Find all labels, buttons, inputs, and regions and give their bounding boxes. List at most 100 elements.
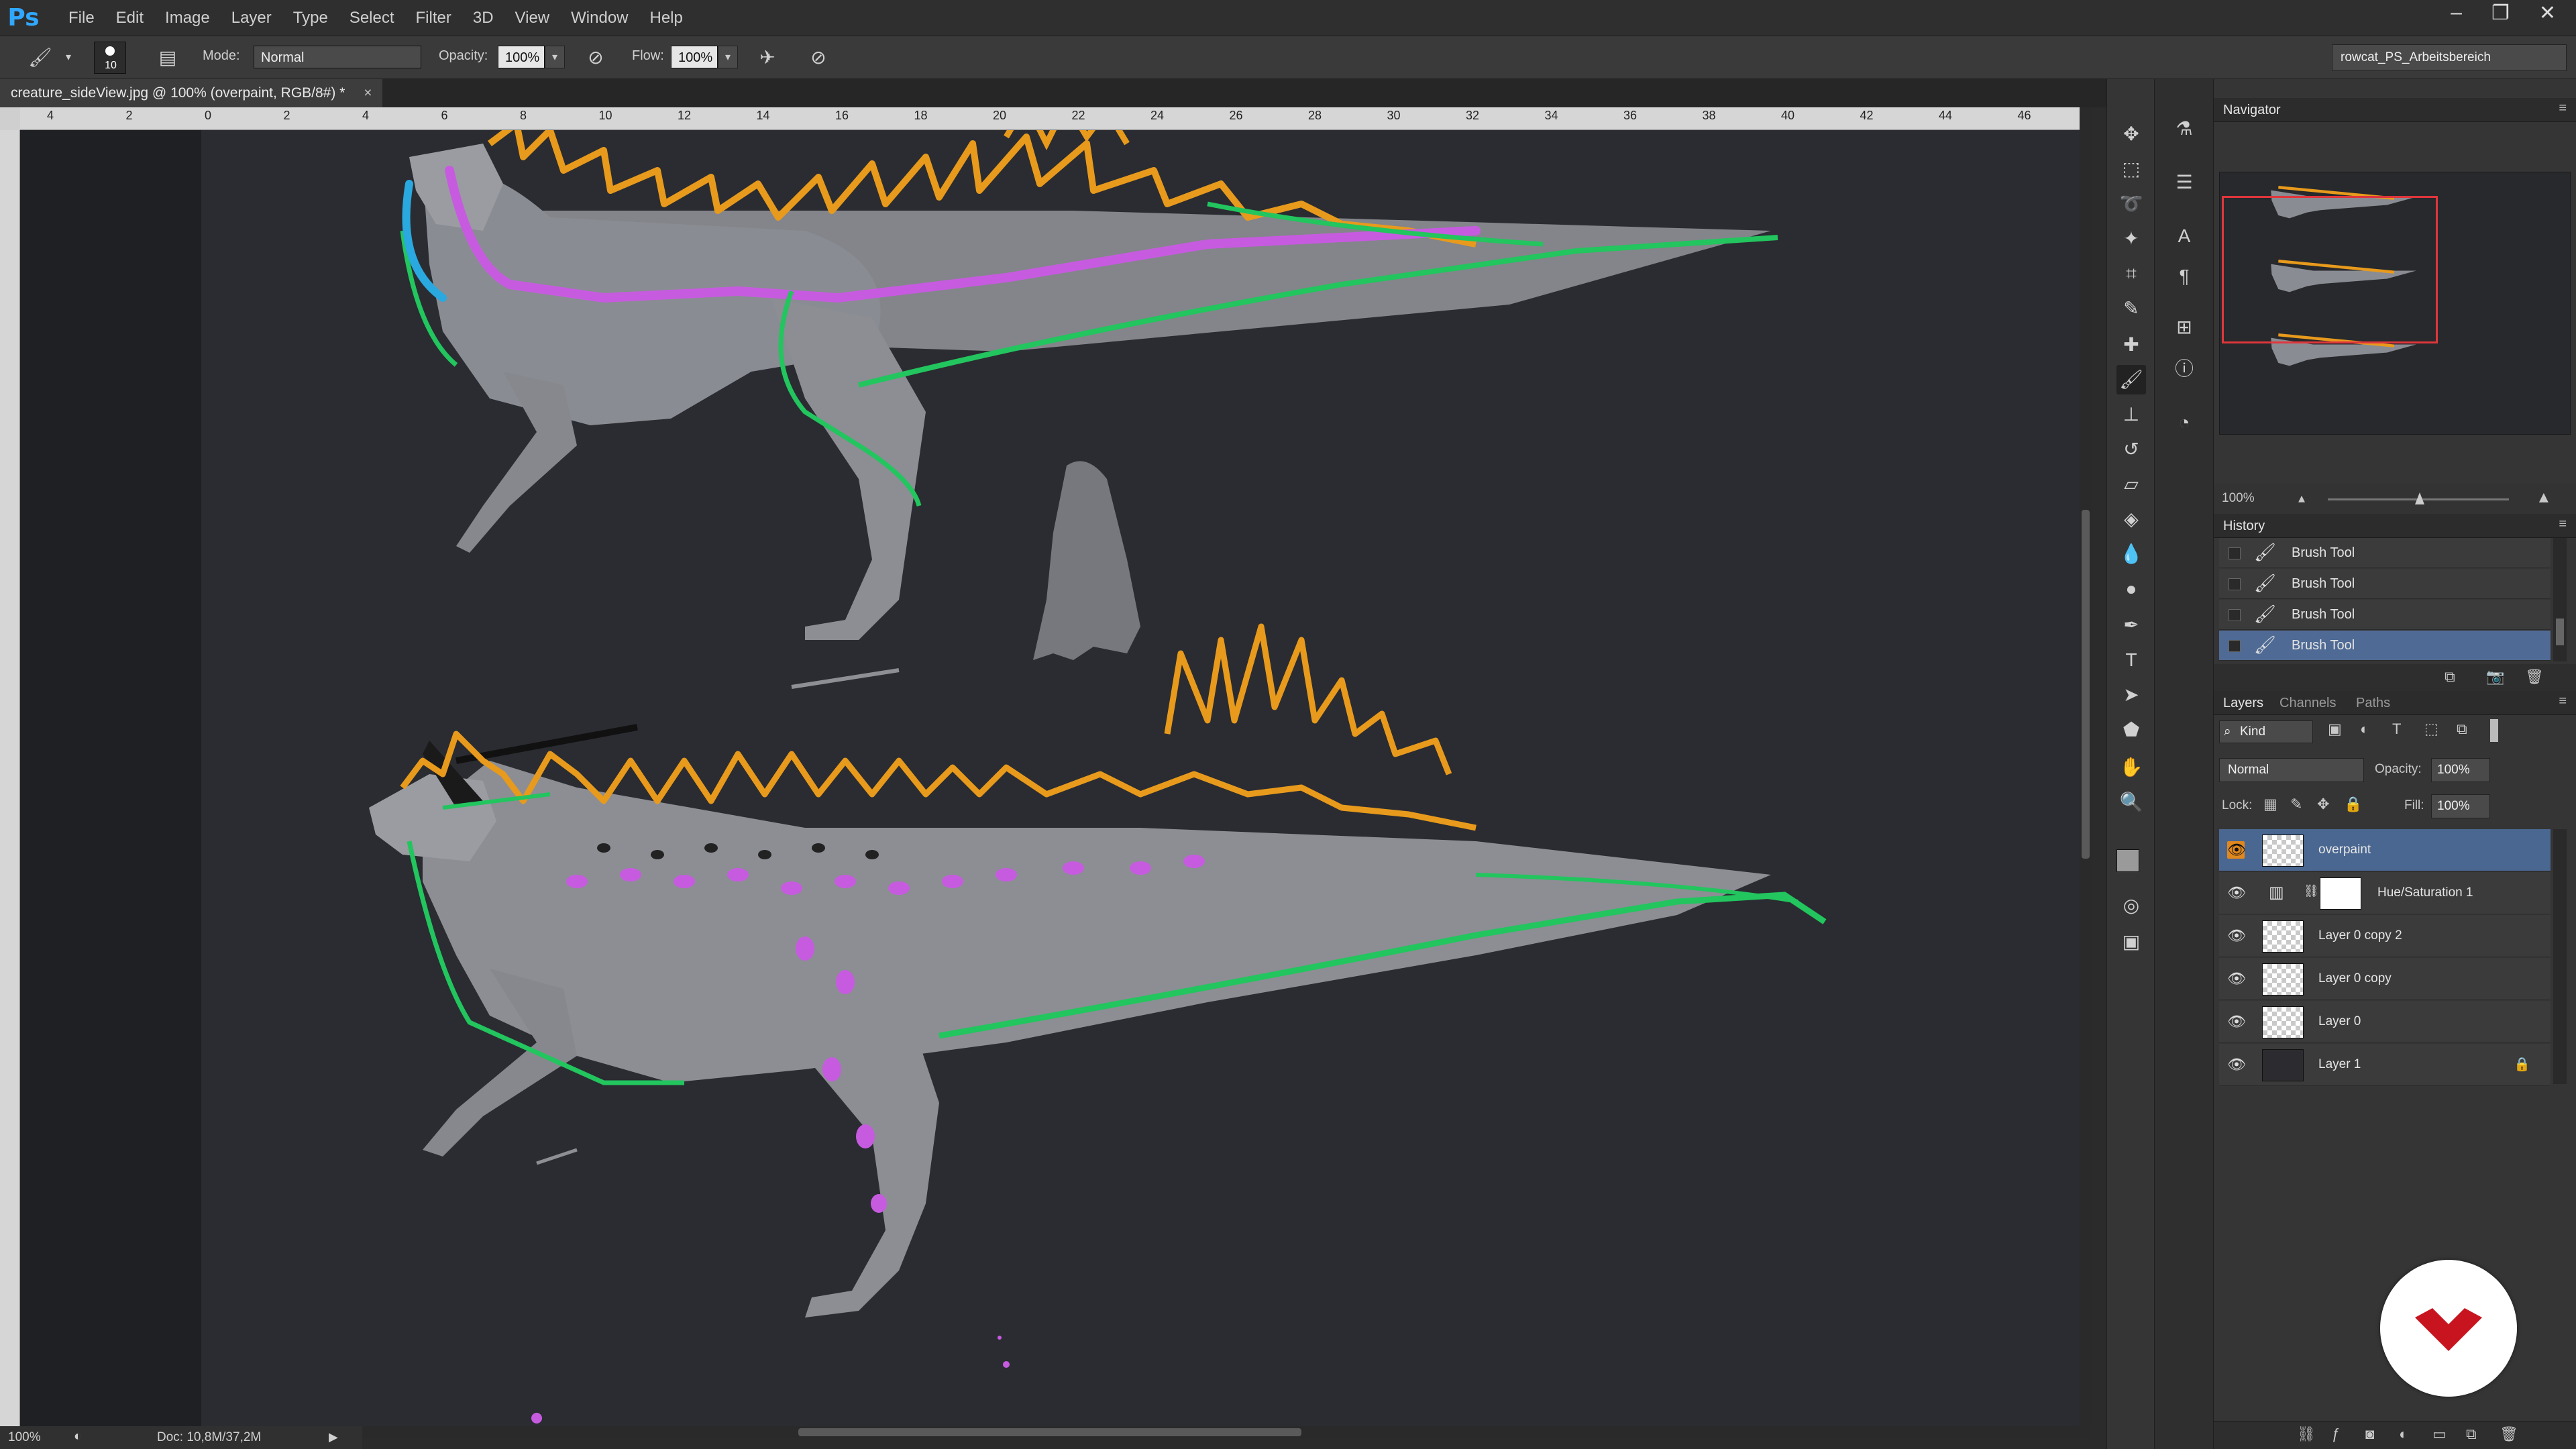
brush-panel-toggle-icon[interactable]: ▤ [154,44,181,71]
snapshot-icon[interactable]: 📷 [2486,668,2504,686]
layer-row-layer1[interactable]: 👁 Layer 1 🔒 [2219,1044,2551,1086]
navigator-view-rectangle[interactable] [2222,196,2438,343]
horizontal-scroll-thumb[interactable] [798,1428,1301,1436]
dodge-tool-icon[interactable]: ● [2116,574,2146,604]
zoom-out-icon[interactable]: ▴ [2298,490,2305,506]
fill-input[interactable]: 100% [2431,794,2490,818]
menu-file[interactable]: File [68,9,95,28]
horizontal-ruler[interactable]: 4 2 0 2 4 6 8 10 12 14 16 18 20 22 24 26 28 30 32 34 36 38 40 4… [20,107,2090,130]
brush-size-picker[interactable]: 10 [94,42,126,74]
paint-bucket-tool-icon[interactable]: ◈ [2116,504,2146,534]
hand-tool-icon[interactable]: ✋ [2116,753,2146,782]
ruler-corner[interactable] [0,107,20,130]
layer-row-layer0-copy[interactable]: 👁 Layer 0 copy [2219,958,2551,1000]
character-panel-icon[interactable]: A [2169,221,2199,251]
tab-channels[interactable]: Channels [2279,696,2337,711]
lock-pixels-icon[interactable]: ✎ [2290,796,2302,813]
link-layers-icon[interactable]: ⛓ [2297,1426,2316,1443]
history-checkbox[interactable] [2229,578,2241,590]
brush-presets-icon[interactable]: ⚗ [2169,114,2199,144]
eye-icon[interactable]: 👁 [2227,970,2246,987]
eyedropper-tool-icon[interactable]: ✎ [2116,294,2146,323]
panel-menu-icon[interactable]: ≡ [2559,101,2567,116]
filter-toggle[interactable] [2490,719,2498,742]
layer-row-layer0-copy2[interactable]: 👁 Layer 0 copy 2 [2219,915,2551,957]
history-item-selected[interactable]: 🖌 Brush Tool [2219,631,2551,661]
opacity-input[interactable]: 100% [498,46,545,68]
filter-smart-object-icon[interactable]: ⧉ [2457,720,2467,738]
zoom-tool-icon[interactable]: 🔍 [2116,788,2146,817]
layer-row-overpaint[interactable]: 👁 overpaint [2219,829,2551,871]
menu-layer[interactable]: Layer [231,9,272,28]
navigator-title[interactable]: Navigator [2223,103,2281,118]
filter-shape-icon[interactable]: ⬚ [2424,720,2438,738]
history-title[interactable]: History [2223,519,2265,534]
lasso-tool-icon[interactable]: ➰ [2116,189,2146,219]
menu-help[interactable]: Help [650,9,683,28]
layers-scrollbar[interactable] [2553,829,2567,1084]
layer-row-hue-saturation[interactable]: 👁 ▥ ⛓ Hue/Saturation 1 [2219,872,2551,914]
blur-tool-icon[interactable]: 💧 [2116,539,2146,569]
type-tool-icon[interactable]: T [2116,645,2146,675]
history-checkbox[interactable] [2229,640,2241,652]
navigator-zoom-value[interactable]: 100% [2222,491,2255,506]
flow-dropdown[interactable]: ▾ [718,46,738,68]
eye-icon[interactable]: 👁 [2227,1056,2246,1073]
lock-position-icon[interactable]: ✥ [2317,796,2329,813]
add-mask-icon[interactable]: ◙ [2365,1426,2374,1443]
new-group-icon[interactable]: ▭ [2432,1426,2447,1443]
history-item[interactable]: 🖌 Brush Tool [2219,538,2551,568]
quick-selection-tool-icon[interactable]: ✦ [2116,224,2146,254]
eye-icon[interactable]: 👁 [2227,1013,2246,1030]
workspace-select[interactable]: rowcat_PS_Arbeitsbereich [2332,44,2567,71]
clone-stamp-tool-icon[interactable]: ⊥ [2116,400,2146,429]
history-item[interactable]: 🖌 Brush Tool [2219,569,2551,599]
vertical-scroll-thumb[interactable] [2082,510,2090,859]
zoom-level[interactable]: 100% [8,1430,41,1445]
trash-icon[interactable]: 🗑 [2500,1426,2518,1443]
document-tab[interactable]: creature_sideView.jpg @ 100% (overpaint,… [0,79,383,107]
menu-select[interactable]: Select [350,9,394,28]
menu-edit[interactable]: Edit [116,9,144,28]
layer-style-icon[interactable]: ƒ [2332,1426,2340,1443]
brush-tool-icon[interactable]: 🖌 [2116,365,2146,394]
minimize-button[interactable]: – [2451,1,2462,25]
zoom-in-icon[interactable]: ▲ [2536,488,2552,507]
document-canvas[interactable] [201,130,2090,1426]
new-document-from-state-icon[interactable]: ⧉ [2445,668,2455,686]
menu-type[interactable]: Type [293,9,328,28]
history-scroll-thumb[interactable] [2556,619,2564,645]
history-scrollbar[interactable] [2553,538,2567,661]
healing-brush-tool-icon[interactable]: ✚ [2116,330,2146,360]
paragraph-panel-icon[interactable]: ¶ [2169,262,2199,291]
menu-view[interactable]: View [515,9,550,28]
restore-button[interactable]: ❐ [2491,1,2510,25]
canvas-area[interactable] [20,130,2090,1426]
menu-filter[interactable]: Filter [416,9,451,28]
crop-tool-icon[interactable]: ⌗ [2116,259,2146,288]
chevron-down-icon[interactable]: ▾ [55,44,82,71]
lock-all-icon[interactable]: 🔒 [2344,796,2362,813]
status-menu-arrow-icon[interactable]: ▶ [329,1430,338,1444]
close-tab-icon[interactable]: × [364,85,372,101]
marquee-tool-icon[interactable]: ⬚ [2116,154,2146,184]
pressure-opacity-icon[interactable]: ⊘ [582,44,609,71]
status-info-icon[interactable]: ◐ [74,1429,82,1444]
filter-adjustment-icon[interactable]: ◐ [2360,720,2369,738]
eraser-tool-icon[interactable]: ▱ [2116,470,2146,499]
screen-mode-icon[interactable]: ▣ [2116,927,2146,957]
adjustments-panel-icon[interactable]: ◔ [2169,408,2199,437]
vertical-ruler[interactable] [0,130,20,1426]
info-panel-icon[interactable]: ⓘ [2169,354,2199,384]
brush-tool-preset-icon[interactable]: 🖌 [27,44,54,71]
pressure-size-icon[interactable]: ⊘ [805,44,832,71]
foreground-color-swatch[interactable] [2116,849,2139,872]
new-layer-icon[interactable]: ⧉ [2466,1426,2477,1443]
close-window-button[interactable]: ✕ [2539,1,2556,25]
history-item[interactable]: 🖌 Brush Tool [2219,600,2551,630]
pen-tool-icon[interactable]: ✒ [2116,610,2146,640]
link-icon[interactable]: ⛓ [2304,884,2319,898]
history-checkbox[interactable] [2229,547,2241,559]
filter-pixel-icon[interactable]: ▣ [2328,720,2342,738]
airbrush-icon[interactable]: ✈ [754,44,781,71]
